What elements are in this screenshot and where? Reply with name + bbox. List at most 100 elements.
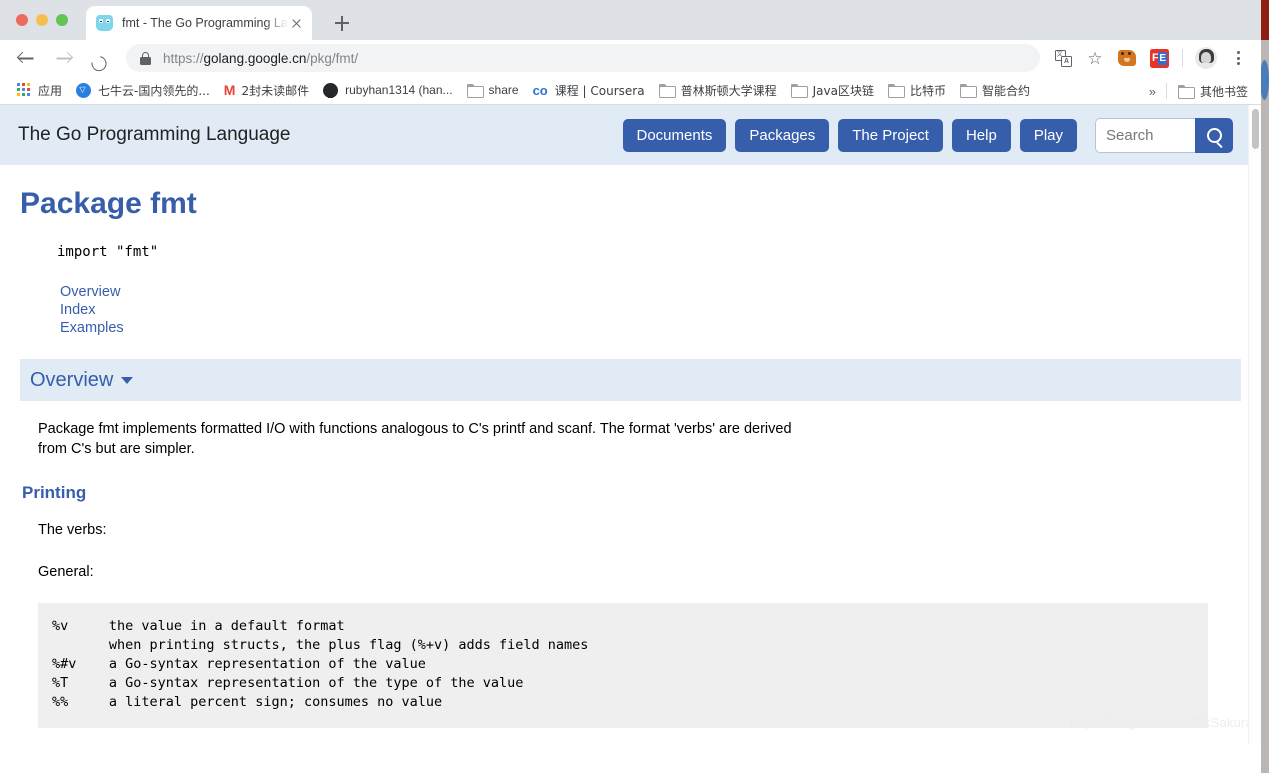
printing-heading: Printing (0, 459, 1261, 503)
bookmark-java-blockchain[interactable]: Java区块链 (784, 78, 881, 102)
lock-icon (140, 52, 151, 65)
page-scrollbar[interactable] (1248, 105, 1261, 744)
translate-icon: 文A (1055, 50, 1072, 67)
nav-documents[interactable]: Documents (623, 119, 727, 152)
go-gopher-icon (96, 15, 113, 32)
close-icon[interactable] (288, 15, 304, 31)
general-label: General: (0, 539, 1261, 581)
coursera-icon: co (533, 84, 548, 97)
search-button[interactable] (1195, 118, 1233, 153)
search-icon (1207, 128, 1222, 143)
site-header: The Go Programming Language Documents Pa… (0, 105, 1261, 165)
github-icon (323, 83, 338, 98)
boolean-label: Boolean: (0, 728, 1261, 744)
overview-heading: Overview (30, 370, 113, 390)
bookmark-coursera[interactable]: co 课程 | Coursera (526, 78, 652, 102)
site-nav: Documents Packages The Project Help Play (623, 118, 1234, 153)
window-controls (16, 14, 68, 26)
bookmark-other[interactable]: 其他书签 (1171, 79, 1255, 103)
site-title: The Go Programming Language (18, 124, 623, 146)
tab-strip: fmt - The Go Programming Lan (0, 0, 1261, 40)
url-text: https://golang.google.cn/pkg/fmt/ (163, 51, 358, 66)
bookmark-label: 其他书签 (1200, 83, 1248, 100)
bookmark-label: share (489, 83, 519, 97)
bookmarks-divider (1166, 83, 1167, 99)
folder-icon (888, 84, 903, 96)
toolbar-icons: 文A ☆ (1048, 43, 1261, 73)
link-index[interactable]: Index (60, 301, 1261, 319)
page-content: Package fmt import "fmt" Overview Index … (0, 165, 1261, 744)
bookmark-star-button[interactable]: ☆ (1080, 43, 1110, 73)
bookmark-princeton[interactable]: 普林斯顿大学课程 (652, 78, 784, 102)
overview-section-header[interactable]: Overview (20, 359, 1241, 401)
new-tab-button[interactable] (330, 11, 354, 35)
watermark: https://blog.csdn.net/DkSakura (1070, 715, 1253, 730)
overview-paragraph: Package fmt implements formatted I/O wit… (0, 401, 820, 459)
chevron-down-icon (121, 377, 133, 384)
folder-icon (791, 84, 806, 96)
bookmarks-bar: 应用 七牛云-国内领先的... M 2封未读邮件 rubyhan1314 (ha… (0, 76, 1261, 105)
bookmarks-overflow-button[interactable]: » (1143, 84, 1162, 99)
bookmark-label: 比特币 (910, 82, 946, 99)
chrome-menu-button[interactable] (1223, 43, 1253, 73)
bookmark-github[interactable]: rubyhan1314 (han... (316, 78, 459, 102)
link-examples[interactable]: Examples (60, 319, 1261, 337)
address-bar[interactable]: https://golang.google.cn/pkg/fmt/ (126, 44, 1040, 72)
minimize-window-button[interactable] (36, 14, 48, 26)
extension-fe-button[interactable] (1144, 43, 1174, 73)
screenshot-root: fmt - The Go Programming Lan https://gol… (0, 0, 1269, 773)
folder-icon (659, 84, 674, 96)
bookmark-label: 2封未读邮件 (241, 82, 309, 99)
search-input[interactable] (1095, 118, 1195, 153)
translate-button[interactable]: 文A (1048, 43, 1078, 73)
verbs-label: The verbs: (0, 503, 1261, 539)
nav-play[interactable]: Play (1020, 119, 1077, 152)
toolbar-divider (1182, 49, 1183, 67)
background-window-edge (1260, 40, 1269, 773)
bookmark-gmail[interactable]: M 2封未读邮件 (217, 78, 316, 102)
folder-icon (960, 84, 975, 96)
close-window-button[interactable] (16, 14, 28, 26)
profile-button[interactable] (1191, 43, 1221, 73)
url-path: /pkg/fmt/ (306, 51, 358, 66)
tab-title: fmt - The Go Programming Lan (122, 16, 288, 30)
kebab-menu-icon (1230, 50, 1246, 66)
bookmark-label: 七牛云-国内领先的... (98, 82, 210, 99)
nav-help[interactable]: Help (952, 119, 1011, 152)
arrow-right-icon (57, 51, 72, 66)
reload-button[interactable] (86, 42, 118, 74)
bookmark-smart-contract[interactable]: 智能合约 (953, 78, 1037, 102)
link-overview[interactable]: Overview (60, 283, 1261, 301)
url-host: golang.google.cn (204, 51, 307, 66)
maximize-window-button[interactable] (56, 14, 68, 26)
browser-toolbar: https://golang.google.cn/pkg/fmt/ 文A ☆ (0, 40, 1261, 76)
back-button[interactable] (10, 42, 42, 74)
nav-the-project[interactable]: The Project (838, 119, 943, 152)
bookmark-label: Java区块链 (813, 82, 874, 99)
code-block: %v the value in a default format when pr… (38, 603, 1208, 728)
extension-fox-button[interactable] (1112, 43, 1142, 73)
scrollbar-thumb[interactable] (1252, 109, 1259, 149)
bookmark-bitcoin[interactable]: 比特币 (881, 78, 953, 102)
bookmarks-right-group: » 其他书签 (1143, 79, 1255, 103)
nav-packages[interactable]: Packages (735, 119, 829, 152)
gmail-icon: M (224, 83, 235, 97)
url-scheme: https:// (163, 51, 204, 66)
browser-tab[interactable]: fmt - The Go Programming Lan (86, 6, 312, 40)
page-title: Package fmt (0, 165, 1261, 221)
arrow-left-icon (19, 51, 34, 66)
bookmark-label: 普林斯顿大学课程 (681, 82, 777, 99)
forward-button[interactable] (48, 42, 80, 74)
code-block-content: %v the value in a default format when pr… (52, 617, 1208, 712)
bookmark-label: 课程 | Coursera (555, 82, 645, 99)
folder-icon (1178, 85, 1193, 97)
background-window-sliver (1260, 0, 1269, 40)
bookmark-apps[interactable]: 应用 (10, 78, 69, 102)
browser-window: fmt - The Go Programming Lan https://gol… (0, 0, 1261, 773)
page-viewport: The Go Programming Language Documents Pa… (0, 105, 1261, 744)
bookmark-qiniu[interactable]: 七牛云-国内领先的... (69, 78, 217, 102)
bookmark-share[interactable]: share (460, 78, 526, 102)
extension-fe-icon (1150, 49, 1169, 68)
star-icon: ☆ (1087, 50, 1102, 67)
qiniu-icon (76, 83, 91, 98)
